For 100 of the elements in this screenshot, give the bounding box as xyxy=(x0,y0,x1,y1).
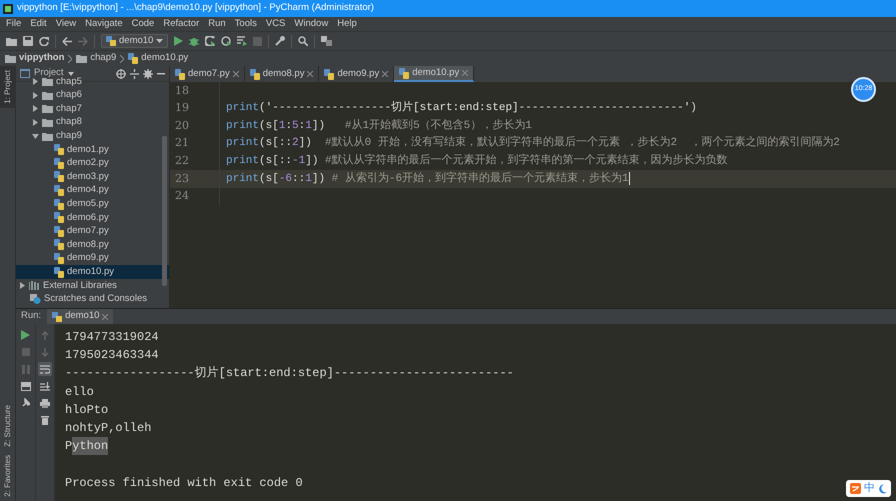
code-line[interactable]: print(s[::2]) #默认从0 开始，没有写结束，默认到字符串的最后一个元素 ，步长为2 ，两个元素之间的索引间隔为2 xyxy=(220,135,840,152)
close-icon[interactable] xyxy=(232,71,239,77)
side-tab[interactable]: 2: Favorites xyxy=(0,451,16,501)
wrench-icon[interactable] xyxy=(275,36,286,46)
caret-icon xyxy=(156,39,164,43)
tree-item[interactable]: chap6 xyxy=(56,88,82,103)
profile-icon[interactable] xyxy=(221,36,232,46)
collapsed-arrow-icon[interactable] xyxy=(32,119,39,126)
tree-item[interactable]: chap8 xyxy=(56,115,82,130)
python-file-icon xyxy=(54,266,64,278)
tree-item[interactable]: chap7 xyxy=(56,102,82,116)
collapsed-arrow-icon[interactable] xyxy=(19,282,26,290)
pin-icon[interactable] xyxy=(21,398,30,408)
back-arrow-icon[interactable] xyxy=(62,36,72,46)
tree-item[interactable]: demo1.py xyxy=(67,142,109,157)
python-file-icon xyxy=(54,253,64,264)
tree-item[interactable]: chap5 xyxy=(56,75,82,89)
scratch-icon xyxy=(30,294,41,304)
python-file-icon xyxy=(324,68,334,80)
menu-item[interactable]: Code xyxy=(132,16,154,32)
menu-item[interactable]: Run xyxy=(208,16,226,32)
menu-item[interactable]: VCS xyxy=(266,16,286,32)
menu-item[interactable]: Refactor xyxy=(163,16,200,32)
side-tab[interactable]: 1: Project xyxy=(0,66,16,108)
chevron-icon xyxy=(68,54,72,62)
down-arrow-icon xyxy=(41,348,49,356)
tree-item[interactable]: demo3.py xyxy=(67,170,109,184)
menu-item[interactable]: View xyxy=(56,16,76,32)
menu-item[interactable]: Edit xyxy=(30,16,47,32)
collapsed-arrow-icon[interactable] xyxy=(32,92,39,99)
python-file-icon xyxy=(54,158,64,169)
run-config-dropdown[interactable]: demo10 xyxy=(101,34,168,48)
tree-item[interactable]: demo7.py xyxy=(67,224,109,238)
folder-icon xyxy=(76,54,88,63)
open-folder-icon[interactable] xyxy=(6,36,17,46)
rerun-icon[interactable] xyxy=(21,330,30,340)
tree-item[interactable]: demo8.py xyxy=(67,238,109,252)
menu-item[interactable]: Navigate xyxy=(85,16,123,32)
run-tab[interactable]: demo10 xyxy=(47,309,114,324)
tree-item[interactable]: chap9 xyxy=(56,129,82,144)
collapsed-arrow-icon[interactable] xyxy=(32,78,39,86)
breadcrumb-item[interactable]: vippython xyxy=(5,51,64,66)
tree-item[interactable]: Scratches and Consoles xyxy=(44,292,147,306)
structure-icon[interactable] xyxy=(321,36,332,46)
code-line[interactable]: print(s[1:5:1]) #从1开始截到5（不包含5），步长为1 xyxy=(220,118,532,134)
line-number: 21 xyxy=(170,134,220,152)
folder-icon xyxy=(42,132,53,141)
tree-item[interactable]: demo4.py xyxy=(67,183,109,198)
console-line: 1795023463344 xyxy=(65,347,159,364)
tree-item[interactable]: demo6.py xyxy=(67,210,109,225)
search-icon[interactable] xyxy=(298,36,308,46)
save-icon[interactable] xyxy=(23,36,33,46)
sync-icon[interactable] xyxy=(39,36,49,46)
caret-icon xyxy=(68,72,74,76)
console-line: nohtyP,olleh xyxy=(65,420,152,438)
layout-icon[interactable] xyxy=(20,382,30,390)
print-icon[interactable] xyxy=(40,398,50,408)
scroll-to-end-icon[interactable] xyxy=(40,382,50,390)
scrollbar[interactable] xyxy=(162,136,167,286)
bug-icon[interactable] xyxy=(189,36,200,46)
menu-item[interactable]: Help xyxy=(337,16,357,32)
python-file-icon xyxy=(54,185,64,196)
soft-wrap-icon[interactable] xyxy=(40,364,50,374)
console-line: Process finished with exit code 0 xyxy=(65,474,303,492)
ime-toolbar[interactable]: 中 xyxy=(846,480,891,497)
close-icon[interactable] xyxy=(307,71,314,77)
line-number: 19 xyxy=(170,100,220,118)
target-icon[interactable] xyxy=(116,68,126,78)
coverage-icon[interactable] xyxy=(205,36,216,46)
code-line[interactable]: print(s[::-1]) #默认从字符串的最后一个元素开始，到字符串的第一个元素结束，因为步长为负数 xyxy=(220,152,728,170)
code-line[interactable]: print(s[-6::1]) # 从索引为-6开始，到字符串的最后一个元素结束，步长为1 xyxy=(220,170,630,188)
minimize-icon[interactable] xyxy=(157,72,165,74)
menu-item[interactable]: File xyxy=(6,16,22,32)
editor-tab[interactable]: demo8.py xyxy=(244,66,320,82)
settings-icon[interactable] xyxy=(143,68,153,78)
python-icon xyxy=(106,36,116,46)
window-title: vippython [E:\vippython] - ...\chap9\demo10.py [vippython] - PyCharm (Administrator) xyxy=(17,1,374,16)
menu-item[interactable]: Tools xyxy=(234,16,257,32)
trash-icon[interactable] xyxy=(41,415,49,425)
code-line[interactable]: print('------------------切片[start:end:step]-------------------------') xyxy=(220,100,697,117)
python-file-icon xyxy=(250,68,260,80)
tree-item[interactable]: External Libraries xyxy=(43,278,117,293)
side-tab[interactable]: Z: Structure xyxy=(0,401,16,452)
tree-item[interactable]: demo5.py xyxy=(67,197,109,212)
close-icon[interactable] xyxy=(382,71,388,77)
line-number: 23 xyxy=(170,170,220,188)
breadcrumb-item[interactable]: chap9 xyxy=(76,51,116,66)
expanded-arrow-icon[interactable] xyxy=(32,132,39,140)
tree-item[interactable]: demo2.py xyxy=(67,156,109,170)
tree-item[interactable]: demo9.py xyxy=(67,251,109,266)
collapsed-arrow-icon[interactable] xyxy=(32,105,39,112)
run-list-icon[interactable] xyxy=(237,36,248,46)
collapse-icon[interactable] xyxy=(130,68,139,78)
breadcrumb-item[interactable]: demo10.py xyxy=(128,51,188,66)
library-icon xyxy=(29,281,40,290)
python-file-icon xyxy=(175,68,185,80)
editor-tab[interactable]: demo10.py xyxy=(394,66,474,82)
run-icon[interactable] xyxy=(174,36,184,46)
menu-item[interactable]: Window xyxy=(294,16,328,32)
folder-icon xyxy=(42,118,53,128)
